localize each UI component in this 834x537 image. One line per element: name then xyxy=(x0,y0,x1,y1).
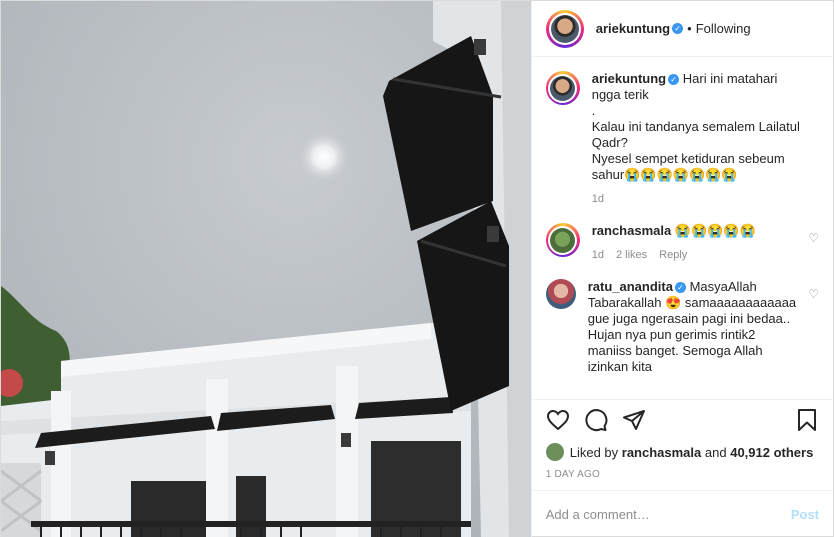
post-timestamp[interactable]: 1 DAY AGO xyxy=(532,465,833,490)
liker-avatar xyxy=(545,443,564,461)
caption-meta: 1d xyxy=(592,191,802,207)
comment-meta: 1d 2 likes Reply xyxy=(592,247,802,263)
action-bar xyxy=(531,399,833,439)
likes-and: and xyxy=(704,444,727,460)
comment-like-heart-icon[interactable]: ♡ xyxy=(808,287,819,301)
commenter-avatar[interactable] xyxy=(545,279,576,309)
comment-username[interactable]: ranchasmala xyxy=(592,223,672,238)
bookmark-icon[interactable] xyxy=(795,408,819,432)
caption-author-avatar[interactable] xyxy=(545,71,580,105)
likes-count[interactable]: 40,912 others xyxy=(730,445,813,460)
liker-username[interactable]: ranchasmala xyxy=(622,445,702,460)
comments-list[interactable]: ariekuntung ✓ Hari ini matahari ngga teri… xyxy=(532,57,833,399)
author-avatar[interactable] xyxy=(545,9,584,48)
caption-age[interactable]: 1d xyxy=(592,191,604,207)
comment-content: ranchasmala 😭😭😭😭😭 xyxy=(592,223,802,239)
comment-item: ratu_anandita ✓ MasyaAllah Tabarakallah 😍… xyxy=(545,279,819,375)
comment-body: ranchasmala 😭😭😭😭😭 1d 2 likes Reply xyxy=(592,223,802,263)
comment-text: 😭😭😭😭😭 xyxy=(674,223,756,238)
post-header: ariekuntung ✓ • Following xyxy=(531,1,833,57)
post-photo[interactable] xyxy=(1,1,531,537)
avatar-border xyxy=(548,225,578,255)
add-comment-bar: Post xyxy=(531,490,833,537)
caption-content: ariekuntung ✓ Hari ini matahari ngga teri… xyxy=(592,71,802,183)
verified-badge-icon: ✓ xyxy=(668,74,680,86)
comment-content: ratu_anandita ✓ MasyaAllah Tabarakallah 😍… xyxy=(588,279,798,375)
liked-by-prefix: Liked by xyxy=(569,444,619,460)
avatar-image xyxy=(550,227,576,253)
avatar-border xyxy=(548,12,581,45)
caption: ariekuntung ✓ Hari ini matahari ngga teri… xyxy=(545,71,819,207)
comment-item: ranchasmala 😭😭😭😭😭 1d 2 likes Reply ♡ xyxy=(545,223,819,263)
avatar-image xyxy=(550,14,579,43)
comment-like-heart-icon[interactable]: ♡ xyxy=(808,231,819,245)
reply-button[interactable]: Reply xyxy=(659,247,687,263)
verified-badge-icon: ✓ xyxy=(674,282,686,294)
heart-icon[interactable] xyxy=(546,408,570,432)
comment-age[interactable]: 1d xyxy=(592,247,604,263)
paper-plane-icon[interactable] xyxy=(622,408,646,432)
post-side-panel: ariekuntung ✓ • Following ariekuntung ✓ H… xyxy=(530,1,833,537)
photo-illustration xyxy=(1,1,531,537)
likes-summary: Liked by ranchasmala and 40,912 others xyxy=(532,439,833,465)
caption-text: Hari ini matahari ngga terik . Kalau ini… xyxy=(591,71,800,182)
comment-username[interactable]: ratu_anandita xyxy=(588,279,673,294)
avatar-image xyxy=(550,75,576,101)
comment-input[interactable] xyxy=(545,507,791,522)
caption-username[interactable]: ariekuntung xyxy=(592,71,666,86)
commenter-avatar[interactable] xyxy=(545,223,580,257)
separator-dot: • xyxy=(687,21,692,36)
author-username[interactable]: ariekuntung xyxy=(596,21,670,36)
comment-likes[interactable]: 2 likes xyxy=(616,247,647,263)
post-comment-button[interactable]: Post xyxy=(791,507,819,522)
comment-body: ratu_anandita ✓ MasyaAllah Tabarakallah 😍… xyxy=(588,279,798,375)
avatar-border xyxy=(548,73,578,103)
comment-icon[interactable] xyxy=(584,408,608,432)
instagram-post: ariekuntung ✓ • Following ariekuntung ✓ H… xyxy=(0,0,834,537)
following-button[interactable]: Following xyxy=(696,21,751,36)
caption-body: ariekuntung ✓ Hari ini matahari ngga teri… xyxy=(592,71,802,207)
verified-badge-icon: ✓ xyxy=(672,23,684,34)
